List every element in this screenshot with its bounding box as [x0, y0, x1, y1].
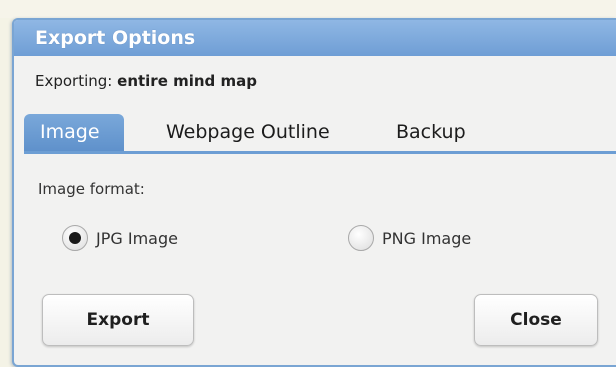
tab-webpage-outline[interactable]: Webpage Outline	[150, 114, 346, 151]
png-option-label: PNG Image	[382, 228, 472, 248]
export-options-dialog: Export Options Exporting: entire mind ma…	[12, 18, 616, 367]
jpg-option-label: JPG Image	[96, 228, 178, 248]
png-option[interactable]: PNG Image	[348, 224, 471, 252]
exporting-value: entire mind map	[117, 72, 257, 90]
tab-backup[interactable]: Backup	[380, 114, 482, 151]
png-radio-button[interactable]	[348, 225, 374, 251]
close-button[interactable]: Close	[474, 294, 598, 346]
jpg-option[interactable]: JPG Image	[62, 224, 178, 252]
jpg-radio-button[interactable]	[62, 225, 88, 251]
radio-selected-dot	[69, 232, 81, 244]
tab-bar: Image Webpage Outline Backup	[24, 114, 616, 154]
exporting-info: Exporting: entire mind map	[35, 72, 257, 90]
background	[0, 0, 616, 18]
image-format-label: Image format:	[38, 180, 145, 198]
tab-image[interactable]: Image	[24, 114, 124, 151]
dialog-title: Export Options	[14, 20, 616, 56]
exporting-label: Exporting:	[35, 72, 113, 90]
export-button[interactable]: Export	[42, 294, 194, 346]
